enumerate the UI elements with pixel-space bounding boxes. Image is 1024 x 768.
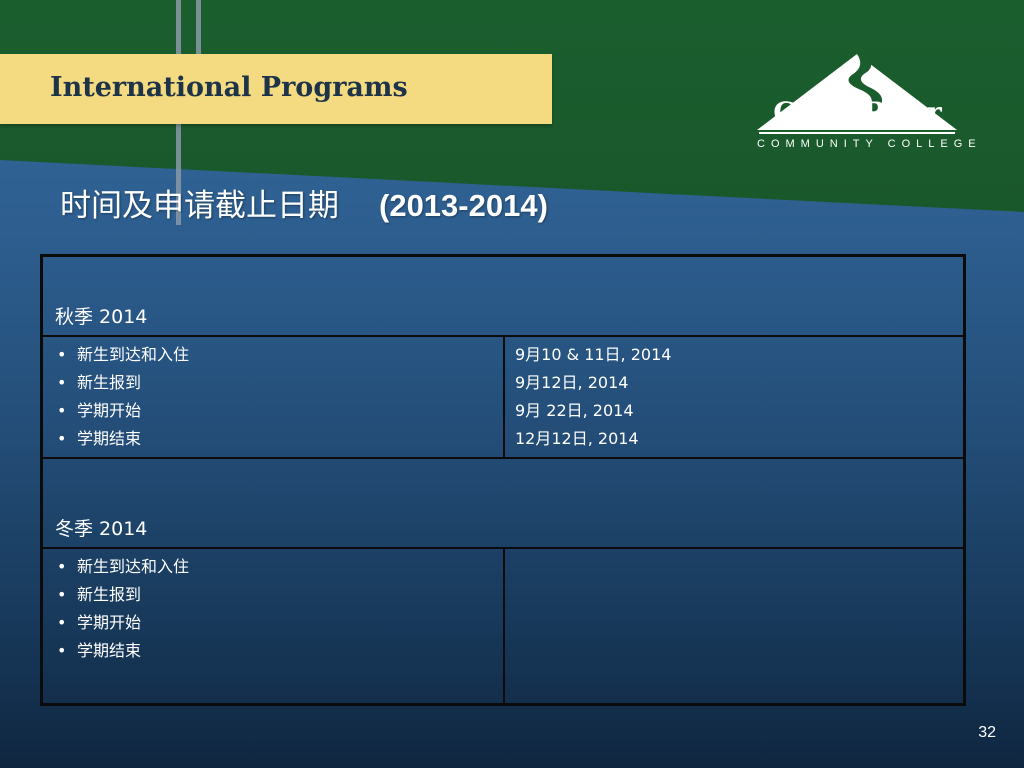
bullet-icon: •: [57, 585, 67, 604]
heading-text: 时间及申请截止日期: [60, 188, 339, 224]
term-dates-cell: 9月10 & 11日, 2014 9月12日, 2014 9月 22日, 201…: [505, 337, 963, 457]
list-item: • 新生到达和入住: [57, 557, 190, 576]
logo-name: GreenRiver: [773, 96, 941, 129]
bullet-icon: •: [57, 641, 67, 660]
bullet-icon: •: [57, 613, 67, 632]
term-detail-row: • 新生到达和入住 • 新生报到 • 学期开始 • 学期结束 9月10 & 11日, 2…: [43, 337, 963, 459]
college-logo: GreenRiver COMMUNITY COLLEGE: [757, 52, 982, 154]
term-items-cell: • 新生到达和入住 • 新生报到 • 学期开始 • 学期结束: [43, 337, 505, 457]
list-item: • 新生到达和入住: [57, 345, 190, 364]
term-header-row: 秋季 2014: [43, 257, 963, 337]
banner-title: International Programs: [50, 72, 408, 103]
bullet-icon: •: [57, 345, 67, 364]
logo-subtitle: COMMUNITY COLLEGE: [757, 138, 982, 150]
page-heading: 时间及申请截止日期 (2013-2014): [60, 180, 548, 225]
date-value: 9月12日, 2014: [515, 373, 629, 392]
list-item: • 新生报到: [57, 373, 142, 392]
term-dates-cell: [505, 549, 963, 703]
date-value: 12月12日, 2014: [515, 429, 639, 448]
logo-divider: [759, 132, 955, 134]
term-items-cell: • 新生到达和入住 • 新生报到 • 学期开始 • 学期结束: [43, 549, 505, 703]
schedule-table: 秋季 2014 • 新生到达和入住 • 新生报到 • 学期开始 • 学期结束 9月10 …: [40, 254, 966, 706]
list-item: • 学期开始: [57, 401, 142, 420]
date-value: 9月 22日, 2014: [515, 401, 634, 420]
list-item: • 学期开始: [57, 613, 142, 632]
page-number: 32: [978, 724, 996, 741]
bullet-icon: •: [57, 557, 67, 576]
term-season: 冬季 2014: [55, 518, 148, 540]
heading-years: (2013-2014): [379, 188, 548, 223]
list-item: • 学期结束: [57, 641, 142, 660]
title-banner: International Programs: [0, 54, 552, 124]
bullet-icon: •: [57, 429, 67, 448]
bullet-icon: •: [57, 373, 67, 392]
list-item: • 学期结束: [57, 429, 142, 448]
term-detail-row: • 新生到达和入住 • 新生报到 • 学期开始 • 学期结束: [43, 549, 963, 703]
bullet-icon: •: [57, 401, 67, 420]
date-value: 9月10 & 11日, 2014: [515, 345, 672, 364]
term-header-row: 冬季 2014: [43, 459, 963, 549]
list-item: • 新生报到: [57, 585, 142, 604]
term-season: 秋季 2014: [55, 306, 148, 328]
